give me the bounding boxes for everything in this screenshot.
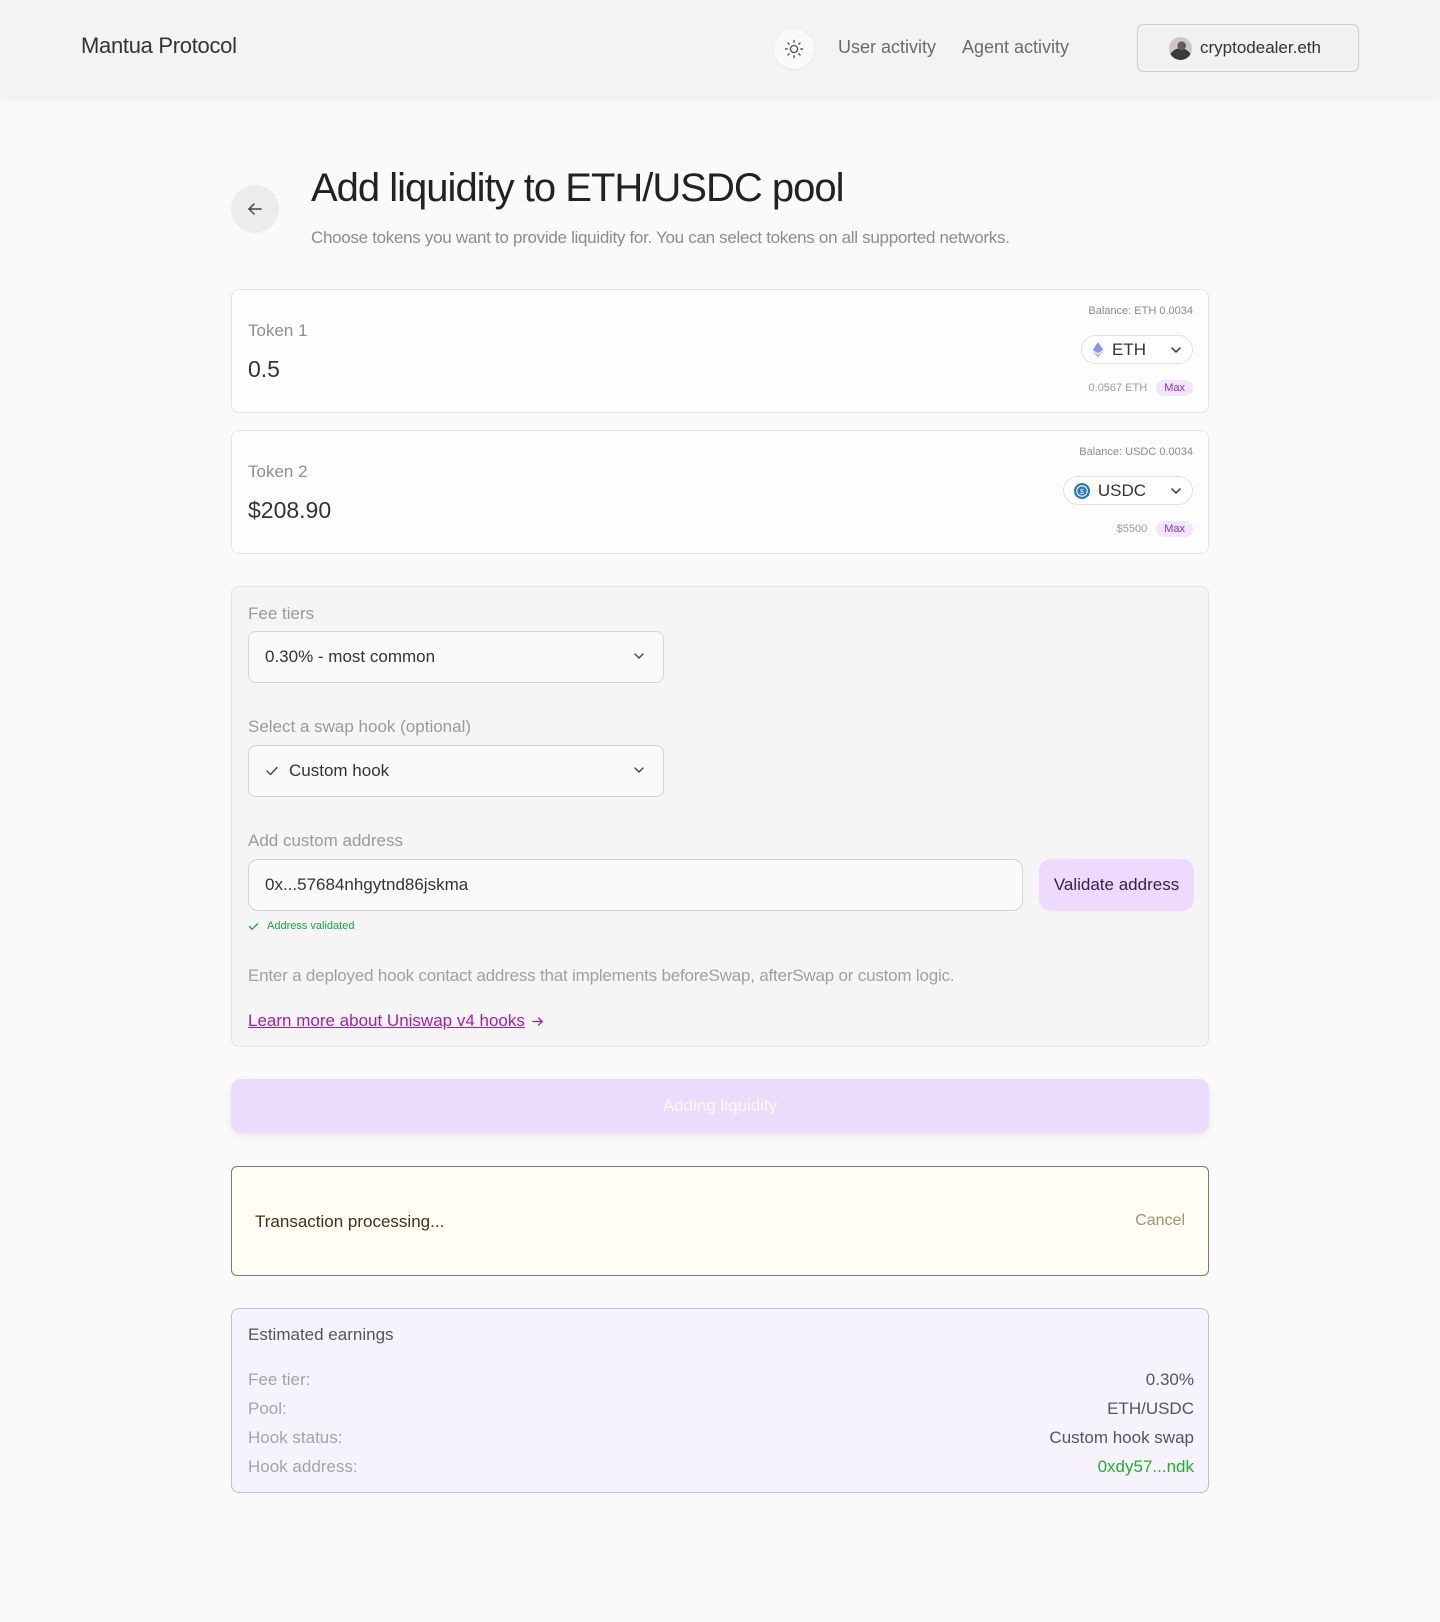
custom-address-label: Add custom address (248, 831, 403, 850)
cancel-transaction-button[interactable]: Cancel (1135, 1212, 1185, 1230)
brand-logo[interactable]: Mantua Protocol (81, 33, 237, 59)
back-button[interactable] (231, 185, 279, 233)
custom-address-input[interactable] (248, 859, 1023, 911)
chevron-down-icon (1171, 487, 1181, 494)
address-validated-text: Address validated (267, 920, 355, 932)
swap-hook-select[interactable]: Custom hook (248, 745, 664, 797)
check-icon (266, 766, 278, 776)
earnings-title: Estimated earnings (248, 1325, 394, 1344)
earnings-row-hook-address: Hook address: 0xdy57...ndk (248, 1457, 1194, 1477)
earnings-value: 0.30% (1145, 1370, 1194, 1389)
transaction-status-text: Transaction processing... (255, 1212, 445, 1231)
fee-tier-select[interactable]: 0.30% - most common (248, 631, 664, 683)
token-label: Token 1 (248, 321, 308, 340)
earnings-key: Fee tier: (248, 1370, 311, 1389)
max-row: 0.0567 ETH Max (1089, 380, 1193, 396)
avatar (1169, 36, 1192, 60)
earnings-row-pool: Pool: ETH/USDC (248, 1399, 1194, 1419)
max-button[interactable]: Max (1156, 521, 1193, 537)
check-icon (248, 922, 259, 930)
token-symbol: USDC (1097, 480, 1146, 500)
token-sub-value: $5500 (1116, 523, 1148, 535)
token-balance: Balance: USDC 0.0034 (1079, 446, 1193, 458)
token-sub-value: 0.0567 ETH (1088, 382, 1148, 394)
hook-address-value[interactable]: 0xdy57...ndk (1098, 1457, 1194, 1477)
learn-more-link[interactable]: Learn more about Uniswap v4 hooks (248, 1011, 544, 1031)
sun-icon (784, 39, 804, 59)
estimated-earnings-card: Estimated earnings Fee tier: 0.30% Pool:… (231, 1308, 1209, 1493)
token-amount-input[interactable]: $208.90 (248, 497, 331, 524)
fee-tier-value: 0.30% - most common (265, 647, 436, 666)
earnings-key: Hook address: (248, 1457, 358, 1476)
usdc-icon: $ (1073, 482, 1090, 499)
theme-toggle-button[interactable] (774, 29, 814, 69)
swap-hook-value: Custom hook (289, 761, 390, 780)
transaction-status-banner: Transaction processing... Cancel (231, 1166, 1209, 1276)
chevron-down-icon (634, 653, 644, 659)
wallet-account-button[interactable]: cryptodealer.eth (1137, 24, 1359, 72)
token-balance: Balance: ETH 0.0034 (1088, 305, 1193, 317)
token-select-eth[interactable]: ETH (1081, 335, 1193, 364)
eth-icon (1092, 341, 1104, 358)
token-1-card: Token 1 0.5 Balance: ETH 0.0034 ETH 0.05… (231, 289, 1209, 413)
swap-hook-label: Select a swap hook (optional) (248, 717, 472, 736)
arrow-right-icon (532, 1016, 543, 1026)
page-title: Add liquidity to ETH/USDC pool (311, 166, 844, 210)
chevron-down-icon (1171, 346, 1181, 353)
earnings-value: Custom hook swap (1049, 1428, 1194, 1447)
learn-more-text: Learn more about Uniswap v4 hooks (248, 1011, 525, 1030)
adding-liquidity-button[interactable]: Adding liquidity (231, 1079, 1209, 1133)
svg-text:$: $ (1080, 489, 1084, 496)
hook-hint-text: Enter a deployed hook contact address th… (248, 966, 955, 985)
earnings-value: ETH/USDC (1107, 1399, 1194, 1418)
chevron-down-icon (634, 767, 644, 773)
address-validated-message: Address validated (248, 920, 354, 932)
earnings-row-fee-tier: Fee tier: 0.30% (248, 1370, 1194, 1390)
page-subtitle: Choose tokens you want to provide liquid… (311, 228, 1010, 247)
max-row: $5500 Max (1117, 521, 1193, 537)
token-select-usdc[interactable]: $ USDC (1062, 476, 1193, 505)
nav-agent-activity[interactable]: Agent activity (962, 37, 1069, 58)
validate-address-button[interactable]: Validate address (1039, 859, 1194, 911)
nav-user-activity[interactable]: User activity (838, 37, 936, 58)
top-bar: Mantua Protocol User activity Agent acti… (0, 0, 1440, 97)
max-button[interactable]: Max (1156, 380, 1193, 396)
token-2-card: Token 2 $208.90 Balance: USDC 0.0034 $ U… (231, 430, 1209, 554)
token-symbol: ETH (1112, 339, 1146, 359)
wallet-name: cryptodealer.eth (1200, 38, 1321, 57)
earnings-row-hook-status: Hook status: Custom hook swap (248, 1428, 1194, 1448)
pool-settings-panel: Fee tiers 0.30% - most common Select a s… (231, 586, 1209, 1047)
token-label: Token 2 (248, 462, 308, 481)
fee-tiers-label: Fee tiers (248, 604, 315, 623)
token-amount-input[interactable]: 0.5 (248, 356, 280, 383)
earnings-key: Pool: (248, 1399, 287, 1418)
earnings-key: Hook status: (248, 1428, 343, 1447)
arrow-left-icon (248, 203, 262, 215)
